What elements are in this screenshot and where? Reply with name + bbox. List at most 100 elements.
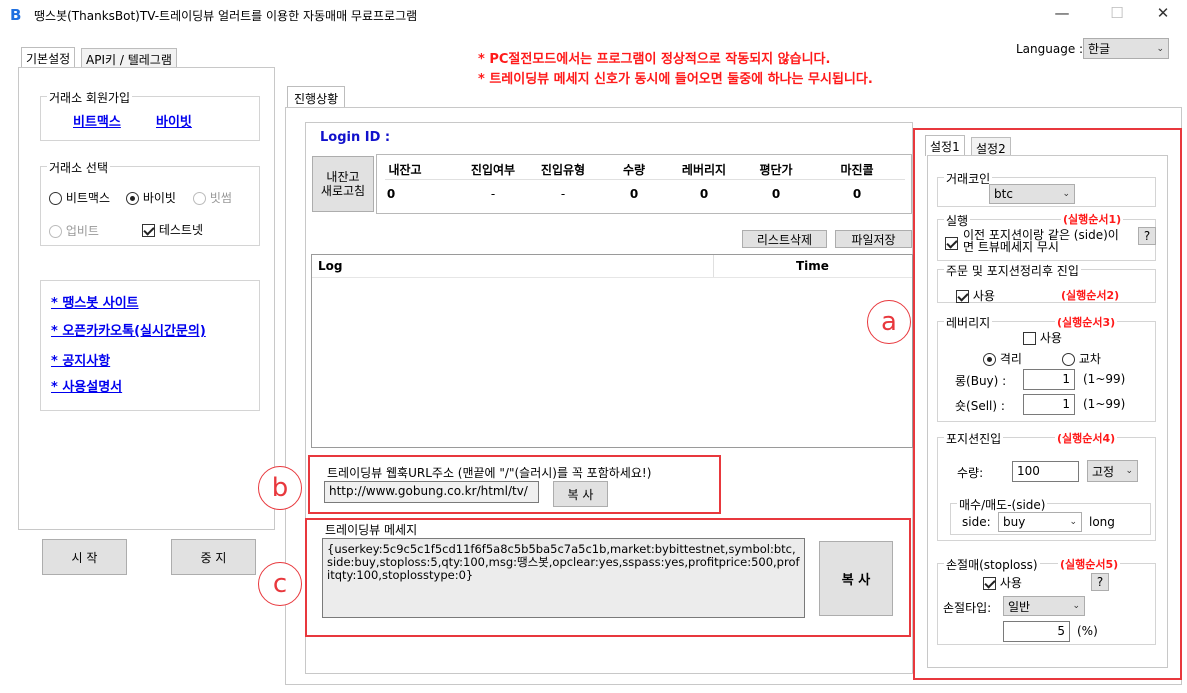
chevron-down-icon: ⌄ <box>1125 466 1133 476</box>
tab-progress[interactable]: 진행상황 <box>287 86 346 108</box>
status-value-leverage: 0 <box>699 187 709 201</box>
notice-power-save: * PC절전모드에서는 프로그램이 정상적으로 작동되지 않습니다. <box>478 52 831 67</box>
exchange-option-bybit[interactable]: 바이빗 <box>126 189 176 206</box>
minimize-icon[interactable]: — <box>1052 4 1072 22</box>
execution-help-button[interactable]: ? <box>1138 227 1156 245</box>
order-entry-title: 주문 및 포지션정리후 진입 <box>944 262 1081 279</box>
status-value-avg-price: 0 <box>771 187 781 201</box>
position-qty-type-value: 고정 <box>1092 464 1115 479</box>
status-header-leverage: 레버리지 <box>681 163 727 177</box>
status-header-margin-call: 마진콜 <box>840 163 874 177</box>
tab-settings-2[interactable]: 설정2 <box>971 137 1011 156</box>
leverage-isolated-radio[interactable]: 격리 <box>983 350 1022 367</box>
stoploss-type-label: 손절타입: <box>943 601 992 615</box>
leverage-use-checkbox[interactable]: 사용 <box>1023 329 1062 346</box>
execution-checkbox[interactable] <box>945 236 958 250</box>
status-header-entry-type: 진입유형 <box>540 163 586 177</box>
execution-check-text: 이전 포지션이랑 같은 (side)이면 트뷰메세지 무시 <box>963 228 1119 254</box>
chevron-down-icon: ⌄ <box>1072 601 1080 611</box>
position-order-label: (실행순서4) <box>1055 430 1118 446</box>
refresh-balance-button[interactable]: 내잔고 새로고침 <box>312 156 374 212</box>
side-select[interactable]: buy ⌄ <box>998 512 1082 532</box>
coin-value: btc <box>994 187 1013 201</box>
webhook-label: 트레이딩뷰 웹훅URL주소 (맨끝에 "/"(슬러시)를 꼭 포함하세요!) <box>327 466 652 480</box>
link-manual[interactable]: * 사용설명서 <box>51 376 122 395</box>
stoploss-use-checkbox[interactable]: 사용 <box>983 574 1022 591</box>
leverage-short-input[interactable]: 1 <box>1023 394 1075 415</box>
status-value-entry-type: - <box>560 187 566 201</box>
status-header-qty: 수량 <box>622 163 646 177</box>
maximize-icon[interactable]: ☐ <box>1107 4 1127 22</box>
webhook-copy-button[interactable]: 복 사 <box>553 481 608 507</box>
leverage-short-label: 숏(Sell) : <box>955 399 1005 413</box>
side-label: side: <box>962 515 991 529</box>
status-value-margin-call: 0 <box>852 187 862 201</box>
stop-button[interactable]: 중 지 <box>171 539 256 575</box>
close-icon[interactable]: ✕ <box>1153 4 1173 22</box>
coin-title: 거래코인 <box>944 170 993 187</box>
log-header-divider <box>713 255 714 277</box>
exchange-option-bitmex[interactable]: 비트맥스 <box>49 189 110 206</box>
login-id-label: Login ID : <box>320 130 391 145</box>
file-save-button[interactable]: 파일저장 <box>835 230 912 248</box>
leverage-long-range: (1~99) <box>1083 372 1126 386</box>
status-value-balance: 0 <box>386 187 396 201</box>
tab-settings-1[interactable]: 설정1 <box>925 135 965 156</box>
message-textarea[interactable]: {userkey:5c9c5c1f5cd11f6f5a8c5b5ba5c7a5c… <box>322 538 805 618</box>
stoploss-help-button[interactable]: ? <box>1091 573 1109 591</box>
status-value-qty: 0 <box>629 187 639 201</box>
stoploss-title: 손절매(stoploss) <box>944 556 1040 573</box>
order-entry-checkbox[interactable]: 사용 <box>956 287 995 304</box>
position-qty-input[interactable]: 100 <box>1012 461 1079 482</box>
leverage-order-label: (실행순서3) <box>1055 314 1118 330</box>
leverage-cross-radio[interactable]: 교차 <box>1062 350 1101 367</box>
leverage-short-range: (1~99) <box>1083 397 1126 411</box>
chevron-down-icon: ⌄ <box>1062 189 1070 199</box>
webhook-url-field[interactable]: http://www.gobung.co.kr/html/tv/ <box>324 481 539 503</box>
leverage-long-label: 롱(Buy) : <box>955 374 1007 388</box>
notice-signal-conflict: * 트레이딩뷰 메세지 신호가 동시에 들어오면 둘중에 하나는 무시됩니다. <box>478 72 873 87</box>
window-title: 땡스봇(ThanksBot)TV-트레이딩뷰 얼러트를 이용한 자동매매 무료프… <box>34 9 418 23</box>
status-header-entry: 진입여부 <box>470 163 516 177</box>
side-group-title: 매수/매도-(side) <box>957 496 1048 513</box>
execution-order-label: (실행순서1) <box>1061 211 1124 227</box>
order-entry-order-label: (실행순서2) <box>1061 289 1120 302</box>
signup-link-bybit[interactable]: 바이빗 <box>156 111 192 130</box>
annotation-c: c <box>258 562 302 606</box>
link-open-kakaotalk[interactable]: * 오픈카카오톡(실시간문의) <box>51 320 206 339</box>
status-header-avg-price: 평단가 <box>759 163 793 177</box>
side-hint: long <box>1089 515 1115 529</box>
position-qty-label: 수량: <box>957 466 984 480</box>
stoploss-type-select[interactable]: 일반 ⌄ <box>1003 596 1085 616</box>
status-value-entry: - <box>490 187 496 201</box>
list-delete-button[interactable]: 리스트삭제 <box>742 230 827 248</box>
log-header-line <box>312 277 912 278</box>
exchange-option-bithumb[interactable]: 빗썸 <box>193 189 232 206</box>
start-button[interactable]: 시 작 <box>42 539 127 575</box>
message-copy-button[interactable]: 복 사 <box>819 541 893 616</box>
annotation-a: a <box>867 300 911 344</box>
stoploss-value-input[interactable]: 5 <box>1003 621 1070 642</box>
exchange-title: 거래소 선택 <box>47 159 111 176</box>
log-list[interactable]: Log Time <box>311 254 913 448</box>
message-label: 트레이딩뷰 메세지 <box>325 523 418 537</box>
signup-link-bitmex[interactable]: 비트맥스 <box>73 111 121 130</box>
chevron-down-icon: ⌄ <box>1069 517 1077 527</box>
language-select[interactable]: 한글 ⌄ <box>1083 38 1169 59</box>
testnet-checkbox[interactable]: 테스트넷 <box>142 221 203 238</box>
language-label: Language : <box>1016 42 1084 56</box>
side-value: buy <box>1003 515 1026 529</box>
stoploss-order-label: (실행순서5) <box>1058 556 1121 572</box>
link-notice[interactable]: * 공지사항 <box>51 350 110 369</box>
log-header-time: Time <box>796 259 829 273</box>
status-table: 내잔고 진입여부 진입유형 수량 레버리지 평단가 마진콜 0 - - 0 0 … <box>376 154 912 214</box>
position-qty-type-select[interactable]: 고정 ⌄ <box>1087 460 1138 482</box>
signup-title: 거래소 회원가입 <box>47 89 133 106</box>
annotation-b: b <box>258 466 302 510</box>
leverage-long-input[interactable]: 1 <box>1023 369 1075 390</box>
coin-select[interactable]: btc ⌄ <box>989 184 1075 204</box>
tab-basic-settings[interactable]: 기본설정 <box>21 47 76 68</box>
exchange-option-upbit[interactable]: 업비트 <box>49 222 99 239</box>
link-thanksbot-site[interactable]: * 땡스봇 사이트 <box>51 292 139 311</box>
tab-api-telegram[interactable]: API키 / 텔레그램 <box>81 48 177 68</box>
